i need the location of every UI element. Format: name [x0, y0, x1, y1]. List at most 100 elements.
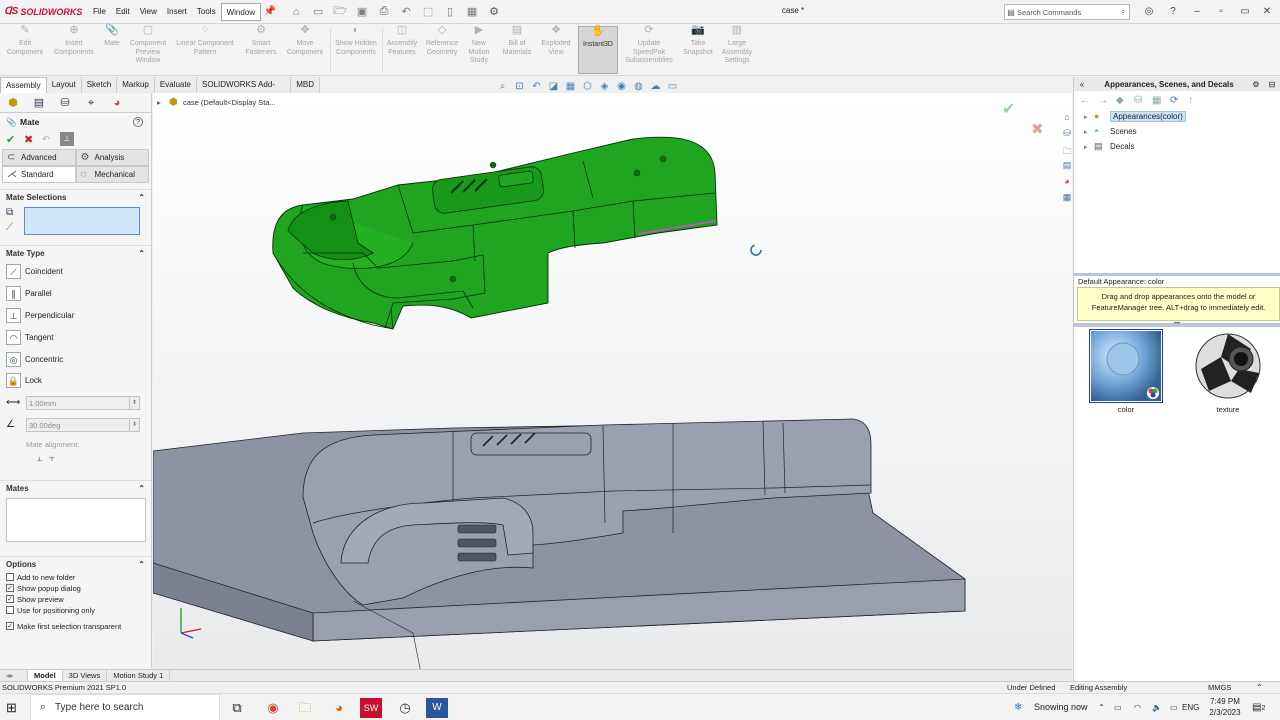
tab-assembly[interactable]: Assembly [0, 77, 47, 93]
cancel-x-icon[interactable]: ✖ [24, 133, 42, 146]
pin-pane-icon[interactable]: ⊟ [1264, 80, 1280, 89]
option-make-first-selection-transparent[interactable]: ✓ Make first selection transparent [0, 621, 151, 632]
mate-type-header[interactable]: Mate Type ⌃ [0, 245, 151, 261]
windows-start-icon[interactable]: ⊞ [6, 700, 17, 716]
select-icon[interactable]: ⬚ [417, 5, 439, 18]
distance-field[interactable]: 1.00mm ⬍ [26, 395, 140, 410]
mold-base[interactable] [153, 418, 966, 669]
configurationmanager-tab-icon[interactable]: ⛁ [52, 93, 78, 113]
chrome-icon[interactable]: ◉ [262, 698, 284, 718]
tab-markup[interactable]: Markup [117, 77, 155, 93]
checkbox-checked[interactable]: ✓ [6, 595, 14, 604]
tab-scroll-arrows-icon[interactable]: ◂▸ [0, 670, 28, 681]
tab-evaluate[interactable]: Evaluate [154, 77, 198, 93]
network-icon[interactable]: ▭ [1114, 694, 1122, 720]
file-explorer-icon[interactable]: 🗀 [1060, 144, 1074, 160]
menu-file[interactable]: File [88, 3, 111, 21]
display-style-icon[interactable]: ◈ [596, 81, 613, 92]
restore-icon[interactable]: ▫ [1210, 4, 1232, 20]
tab-layout[interactable]: Layout [46, 77, 82, 93]
weather-icon[interactable]: ❄ [1014, 694, 1022, 720]
take-snapshot-button[interactable]: 📷 Take Snapshot [678, 25, 718, 74]
tab-solidworks-addins[interactable]: SOLIDWORKS Add-Ins [197, 77, 292, 105]
assembly-features-button[interactable]: ◫ Assembly Features [384, 25, 420, 74]
tab-sketch[interactable]: Sketch [81, 77, 118, 93]
spinner-icon[interactable]: ⬍ [129, 418, 139, 432]
confirm-ok-icon[interactable]: ✔ [1002, 99, 1015, 119]
task-view-icon[interactable]: ⧉ [226, 698, 248, 718]
expand-arrow-icon[interactable]: ▸ [1084, 128, 1094, 136]
tab-analysis[interactable]: ⚙ Analysis [75, 149, 149, 166]
tab-model[interactable]: Model [28, 670, 63, 681]
home-icon[interactable]: ⌂ [285, 6, 307, 18]
hide-show-items-icon[interactable]: ◉ [613, 81, 630, 92]
print-icon[interactable]: ⎙ [373, 5, 395, 18]
search-icon[interactable]: ⌕ [1117, 7, 1129, 17]
solidworks-resources-icon[interactable]: ⌂ [1060, 112, 1074, 128]
option-add-to-new-folder[interactable]: Add to new folder [0, 572, 151, 583]
spinner-icon[interactable]: ⬍ [129, 396, 139, 410]
word-icon[interactable]: W [426, 698, 448, 718]
library-folder-icon[interactable]: ▦ [1152, 95, 1170, 106]
taskbar-search[interactable]: ⌕ Type here to search [30, 694, 220, 720]
menu-view[interactable]: View [135, 3, 162, 21]
open-folder-icon[interactable]: 🗁 [329, 2, 351, 21]
menu-insert[interactable]: Insert [162, 3, 192, 21]
status-expand-icon[interactable]: ⌃ [1256, 682, 1263, 693]
feature-tree-flyout[interactable]: ▸ ⬢ case (Default<Display Sta... [157, 97, 276, 108]
search-commands-box[interactable]: ▤ Search Commands ⌕ [1004, 4, 1130, 20]
appearance-thumb-texture[interactable]: texture [1190, 329, 1266, 414]
expand-arrow-icon[interactable]: ▸ [157, 98, 169, 107]
tab-mbd[interactable]: MBD [291, 77, 320, 93]
checkbox-checked[interactable]: ✓ [6, 584, 14, 593]
reference-geometry-button[interactable]: ◇ Reference Geometry [422, 25, 462, 74]
pin-menu-icon[interactable]: 📌 [261, 6, 279, 17]
graphics-area[interactable]: ✔ ✖ ▫ ▭ – ▢ ✕ [153, 93, 1072, 669]
aligned-icon[interactable]: ⫠ [36, 452, 49, 464]
green-case-part[interactable] [272, 136, 718, 330]
anti-aligned-icon[interactable]: ⫟ [49, 452, 62, 464]
propertymanager-tab-icon[interactable]: ▤ [26, 93, 52, 113]
zoom-to-area-icon[interactable]: ⊡ [511, 81, 528, 92]
tree-node-appearances[interactable]: ▸ ● Appearances(color) [1084, 109, 1280, 124]
unit-system[interactable]: MMGS [1208, 682, 1231, 693]
keep-visible-pin-icon[interactable]: ⊥ [60, 132, 74, 146]
mate-selections-header[interactable]: Mate Selections ⌃ [0, 189, 151, 205]
collapse-pane-icon[interactable]: « [1074, 80, 1090, 89]
instant3d-button[interactable]: ✋ Instant3D [578, 26, 618, 74]
search-commands-input[interactable]: Search Commands [1017, 8, 1117, 17]
view-orientation-icon[interactable]: ⬡ [579, 81, 596, 92]
firefox-icon[interactable]: ◕ [328, 698, 350, 718]
menu-window[interactable]: Window [220, 2, 262, 21]
tab-mechanical[interactable]: ◌ Mechanical [75, 166, 149, 183]
solidworks-taskbar-icon[interactable]: SW [360, 698, 382, 718]
edit-component-button[interactable]: ✎ Edit Component [2, 25, 48, 74]
bill-of-materials-button[interactable]: ▤ Bill of Materials [498, 25, 536, 74]
tab-standard[interactable]: ⋌ Standard [2, 166, 76, 183]
insert-components-button[interactable]: ⊕ Insert Components [50, 25, 98, 74]
help-icon[interactable]: ? [1162, 4, 1184, 20]
checkbox-checked[interactable]: ✓ [6, 622, 14, 631]
pane-settings-icon[interactable]: ⚙ [1248, 80, 1264, 89]
battery-icon[interactable]: ▭ [1170, 694, 1178, 720]
notification-center-icon[interactable]: ▤2 [1252, 694, 1265, 720]
view-palette-icon[interactable]: ▤ [1060, 160, 1074, 176]
3d-model-view[interactable] [153, 93, 1072, 669]
component-preview-window-button[interactable]: ▢ Component Preview Window [126, 25, 170, 74]
tab-3d-views[interactable]: 3D Views [63, 670, 108, 681]
option-use-for-positioning-only[interactable]: Use for positioning only [0, 605, 151, 616]
mate-type-parallel[interactable]: ∥ Parallel [0, 283, 151, 305]
large-assembly-settings-button[interactable]: ▥ Large Assembly Settings [720, 25, 754, 74]
mate-type-perpendicular[interactable]: ⊥ Perpendicular [0, 305, 151, 327]
pane-splitter[interactable] [1074, 273, 1280, 276]
mates-header[interactable]: Mates ⌃ [0, 479, 151, 496]
checkbox[interactable] [6, 573, 14, 582]
mate-type-lock[interactable]: 🔒 Lock [0, 370, 151, 392]
ok-check-icon[interactable]: ✔ [6, 133, 24, 146]
tree-node-decals[interactable]: ▸ ▤ Decals [1084, 139, 1280, 154]
file-explorer-icon[interactable]: 🗀 [294, 698, 316, 718]
entities-to-mate-field[interactable] [24, 207, 140, 235]
appearance-thumb-color[interactable]: color [1088, 328, 1164, 414]
linear-component-pattern-button[interactable]: ⁘ Linear Component Pattern [172, 25, 238, 74]
up-level-icon[interactable]: ↑ [1188, 95, 1206, 106]
